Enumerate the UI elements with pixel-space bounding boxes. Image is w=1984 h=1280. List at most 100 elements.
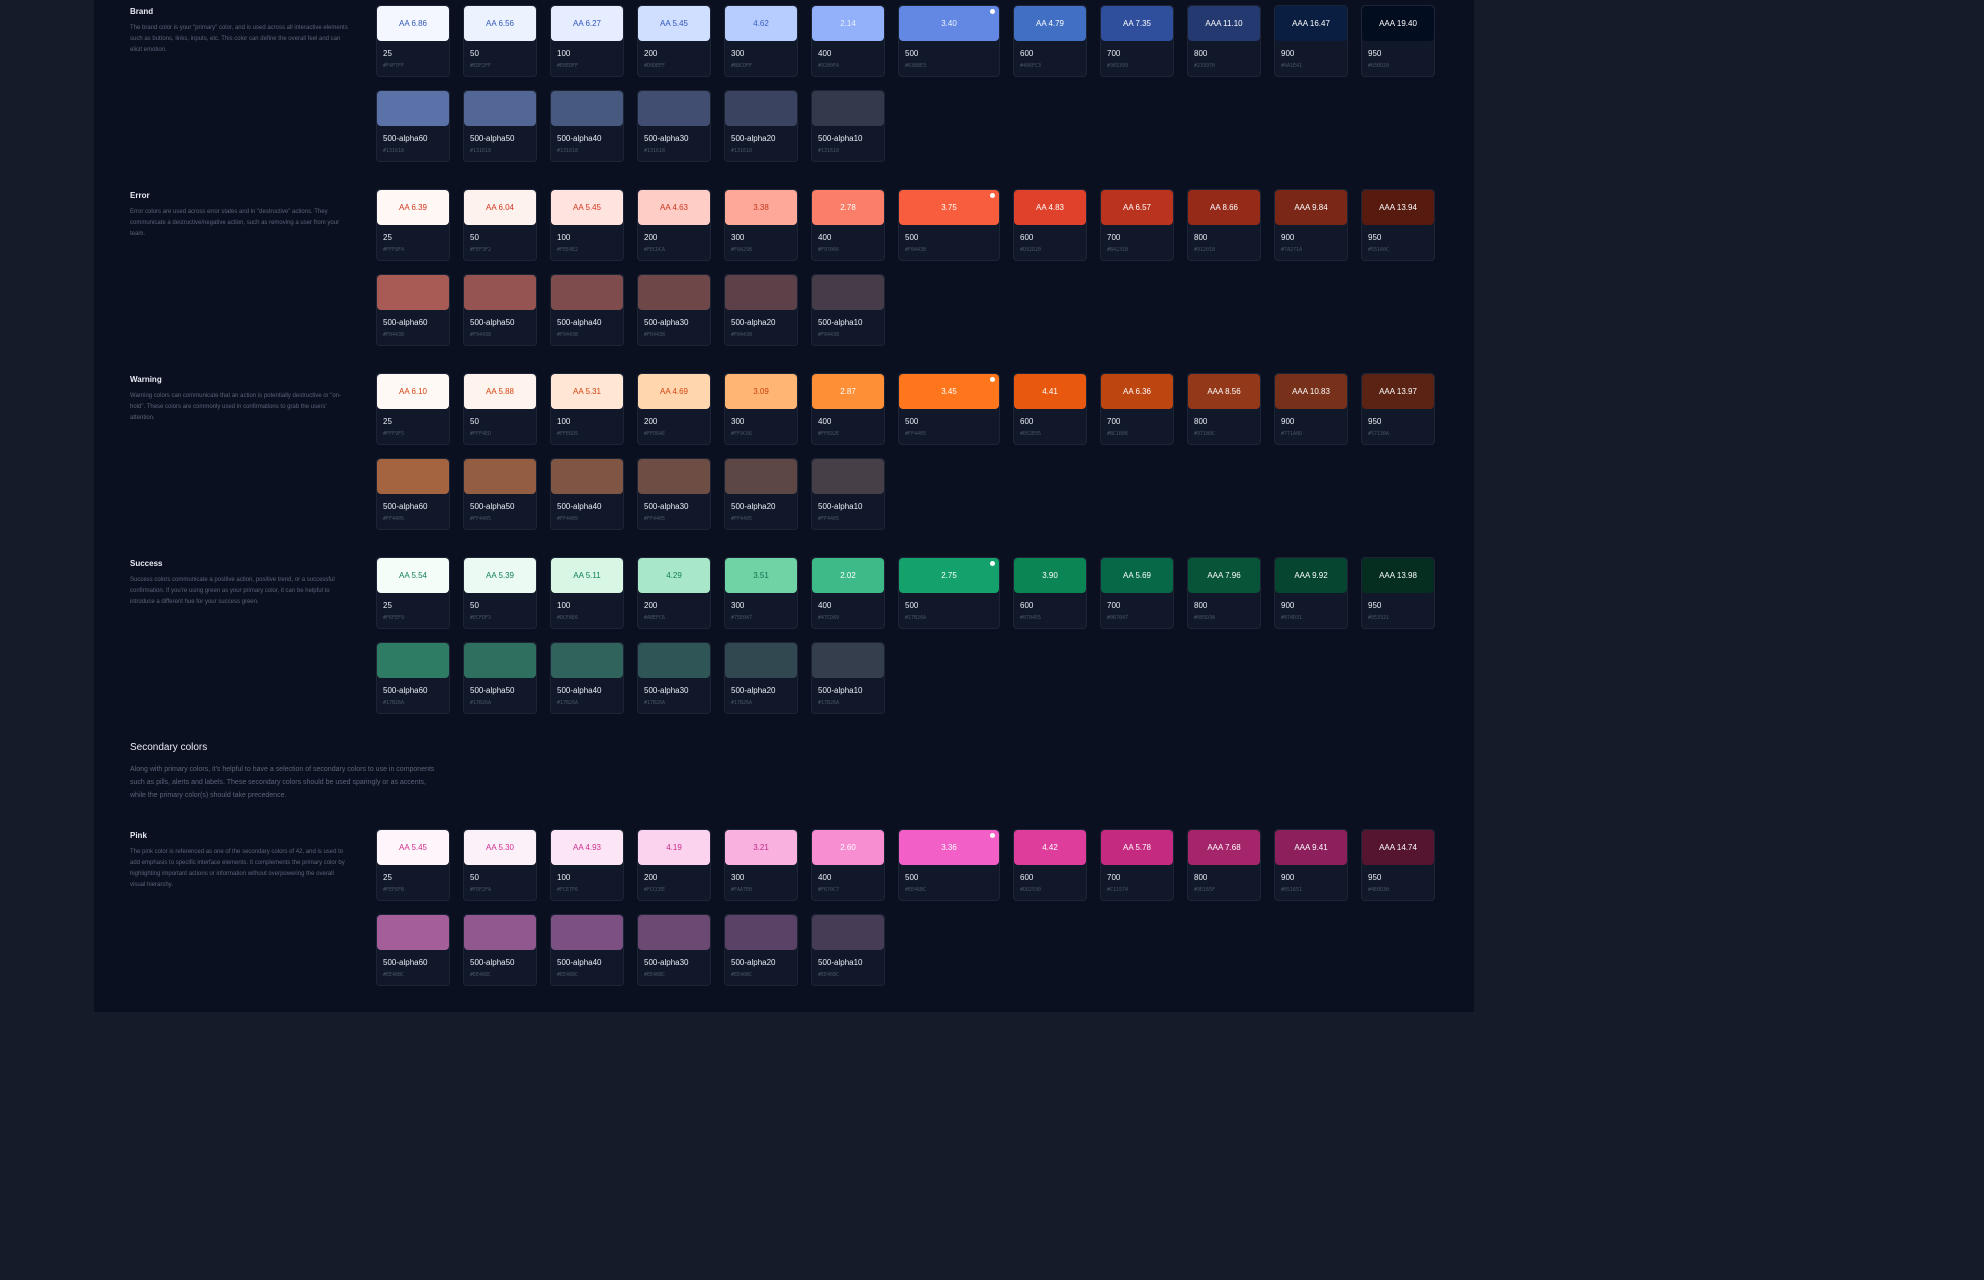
color-swatch-card[interactable]: 500-alpha10 #EE46BC [811,914,885,986]
swatch-name: 500-alpha10 [818,502,863,511]
color-swatch-card[interactable]: AA 4.79 600 #406FC3 [1013,5,1087,77]
color-swatch-card[interactable]: 3.75 500 #F04438 [898,189,1000,261]
color-swatch-card[interactable]: 500-alpha20 #FF4405 [724,458,798,530]
color-swatch-card[interactable]: AA 5.78 700 #C11574 [1100,829,1174,901]
color-swatch-card[interactable]: AA 5.88 50 #FFF4ED [463,373,537,445]
color-swatch-card[interactable]: 500-alpha30 #131618 [637,90,711,162]
color-swatch-card[interactable]: AA 7.35 700 #365399 [1100,5,1174,77]
color-swatch-card[interactable]: AA 4.83 600 #D92D20 [1013,189,1087,261]
color-swatch-card[interactable]: 500-alpha60 #131618 [376,90,450,162]
swatch-name: 400 [818,49,832,58]
color-swatch-card[interactable]: AA 5.39 50 #ECFDF3 [463,557,537,629]
color-swatch-card[interactable]: 4.42 600 #DD2590 [1013,829,1087,901]
swatch-name: 300 [731,417,745,426]
color-swatch-card[interactable]: AA 6.86 25 #F4F7FF [376,5,450,77]
color-swatch-card[interactable]: 500-alpha30 #EE46BC [637,914,711,986]
color-swatch-card[interactable]: AAA 7.96 800 #085D3A [1187,557,1261,629]
color-swatch-card[interactable]: AA 5.45 100 #FEE4E2 [550,189,624,261]
color-swatch-card[interactable]: 3.09 300 #FF9C66 [724,373,798,445]
color-swatch-card[interactable]: AAA 10.83 900 #771A0D [1274,373,1348,445]
color-swatch-card[interactable]: 3.38 300 #F0A298 [724,189,798,261]
color-swatch-card[interactable]: 500-alpha30 #17B26A [637,642,711,714]
contrast-ratio: AA 4.69 [659,387,689,396]
swatch-preview: AA 6.10 [377,374,449,409]
color-swatch-card[interactable]: AAA 13.94 950 #55160C [1361,189,1435,261]
color-swatch-card[interactable]: AA 5.45 25 #FEF6FB [376,829,450,901]
color-swatch-card[interactable]: AAA 13.98 950 #053321 [1361,557,1435,629]
color-swatch-card[interactable]: 2.78 400 #F97066 [811,189,885,261]
color-swatch-card[interactable]: 500-alpha40 #F04438 [550,274,624,346]
color-swatch-card[interactable]: 500-alpha30 #F04438 [637,274,711,346]
color-swatch-card[interactable]: 4.29 200 #ABEFC6 [637,557,711,629]
color-swatch-card[interactable]: 500-alpha20 #EE46BC [724,914,798,986]
color-swatch-card[interactable]: 2.60 400 #F670C7 [811,829,885,901]
color-swatch-card[interactable]: AA 6.10 25 #FFF9F5 [376,373,450,445]
color-swatch-card[interactable]: 500-alpha50 #FF4405 [463,458,537,530]
color-swatch-card[interactable]: AA 5.31 100 #FFE6D5 [550,373,624,445]
color-swatch-card[interactable]: AAA 9.84 900 #7A271A [1274,189,1348,261]
color-swatch-card[interactable]: 500-alpha10 #F04438 [811,274,885,346]
color-swatch-card[interactable]: 4.41 600 #E62E05 [1013,373,1087,445]
swatch-hex: #7A271A [1281,247,1303,253]
color-swatch-card[interactable]: 500-alpha40 #17B26A [550,642,624,714]
color-swatch-card[interactable]: 500-alpha60 #FF4405 [376,458,450,530]
color-swatch-card[interactable]: 500-alpha50 #EE46BC [463,914,537,986]
color-swatch-card[interactable]: 3.36 500 #EE46BC [898,829,1000,901]
color-swatch-card[interactable]: 2.14 400 #9280FA [811,5,885,77]
color-swatch-card[interactable]: AAA 8.56 800 #97180C [1187,373,1261,445]
color-swatch-card[interactable]: AAA 13.97 950 #57130A [1361,373,1435,445]
color-swatch-card[interactable]: 2.87 400 #FF692E [811,373,885,445]
color-swatch-card[interactable]: AA 6.27 100 #E6EDFF [550,5,624,77]
color-swatch-card[interactable]: AAA 16.47 900 #0A1E41 [1274,5,1348,77]
color-swatch-card[interactable]: AA 4.69 200 #FFD6AE [637,373,711,445]
color-swatch-card[interactable]: AA 6.36 700 #BC1B06 [1100,373,1174,445]
color-swatch-card[interactable]: 500-alpha60 #F04438 [376,274,450,346]
color-swatch-card[interactable]: 4.62 300 #B8CDFF [724,5,798,77]
color-swatch-card[interactable]: 500-alpha50 #17B26A [463,642,537,714]
color-swatch-card[interactable]: AAA 11.10 800 #233970 [1187,5,1261,77]
color-swatch-card[interactable]: 500-alpha20 #F04438 [724,274,798,346]
color-swatch-card[interactable]: 3.45 500 #FF4405 [898,373,1000,445]
color-swatch-card[interactable]: AA 5.69 700 #067647 [1100,557,1174,629]
color-swatch-card[interactable]: 500-alpha40 #EE46BC [550,914,624,986]
color-swatch-card[interactable]: 3.51 300 #75E0A7 [724,557,798,629]
color-swatch-card[interactable]: AAA 19.40 950 #030D20 [1361,5,1435,77]
color-swatch-card[interactable]: AA 6.56 50 #EDF2FF [463,5,537,77]
color-swatch-card[interactable]: AAA 9.41 900 #851651 [1274,829,1348,901]
color-swatch-card[interactable]: 500-alpha60 #17B26A [376,642,450,714]
color-swatch-card[interactable]: 3.40 500 #6388E3 [898,5,1000,77]
swatch-hex: #FF692E [818,431,840,437]
color-swatch-card[interactable]: 500-alpha10 #FF4405 [811,458,885,530]
color-swatch-card[interactable]: AAA 7.68 800 #9E165F [1187,829,1261,901]
color-swatch-card[interactable]: 500-alpha50 #131618 [463,90,537,162]
color-swatch-card[interactable]: 4.19 200 #FCCCEE [637,829,711,901]
color-swatch-card[interactable]: 500-alpha10 #131618 [811,90,885,162]
color-swatch-card[interactable]: AA 6.04 50 #FEF3F2 [463,189,537,261]
color-swatch-card[interactable]: AA 5.11 100 #DCFAE6 [550,557,624,629]
swatch-hex: #406FC3 [1020,63,1042,69]
color-swatch-card[interactable]: 3.90 600 #079455 [1013,557,1087,629]
color-swatch-card[interactable]: 2.75 500 #17B26A [898,557,1000,629]
color-swatch-card[interactable]: 500-alpha40 #FF4405 [550,458,624,530]
color-swatch-card[interactable]: 500-alpha40 #131618 [550,90,624,162]
swatch-name: 600 [1020,233,1034,242]
color-swatch-card[interactable]: AA 8.66 800 #912018 [1187,189,1261,261]
color-swatch-card[interactable]: AA 6.57 700 #B42318 [1100,189,1174,261]
color-swatch-card[interactable]: 500-alpha10 #17B26A [811,642,885,714]
color-swatch-card[interactable]: AAA 9.92 900 #074D31 [1274,557,1348,629]
color-swatch-card[interactable]: 500-alpha30 #FF4405 [637,458,711,530]
color-swatch-card[interactable]: 500-alpha50 #F04438 [463,274,537,346]
color-swatch-card[interactable]: 500-alpha60 #EE46BC [376,914,450,986]
color-swatch-card[interactable]: AA 4.63 200 #FECDCA [637,189,711,261]
color-swatch-card[interactable]: 3.21 300 #FAA7E0 [724,829,798,901]
color-swatch-card[interactable]: 500-alpha20 #17B26A [724,642,798,714]
color-swatch-card[interactable]: AA 5.54 25 #F6FEF9 [376,557,450,629]
color-swatch-card[interactable]: AA 5.45 200 #D0DEFF [637,5,711,77]
color-swatch-card[interactable]: AA 6.39 25 #FFF8F4 [376,189,450,261]
color-swatch-card[interactable]: AAA 14.74 950 #4E0D30 [1361,829,1435,901]
color-swatch-card[interactable]: AA 4.93 100 #FCE7F6 [550,829,624,901]
color-swatch-card[interactable]: 500-alpha20 #131618 [724,90,798,162]
color-swatch-card[interactable]: 2.02 400 #47CD89 [811,557,885,629]
swatch-name: 500 [905,417,919,426]
color-swatch-card[interactable]: AA 5.30 50 #FDF2FA [463,829,537,901]
